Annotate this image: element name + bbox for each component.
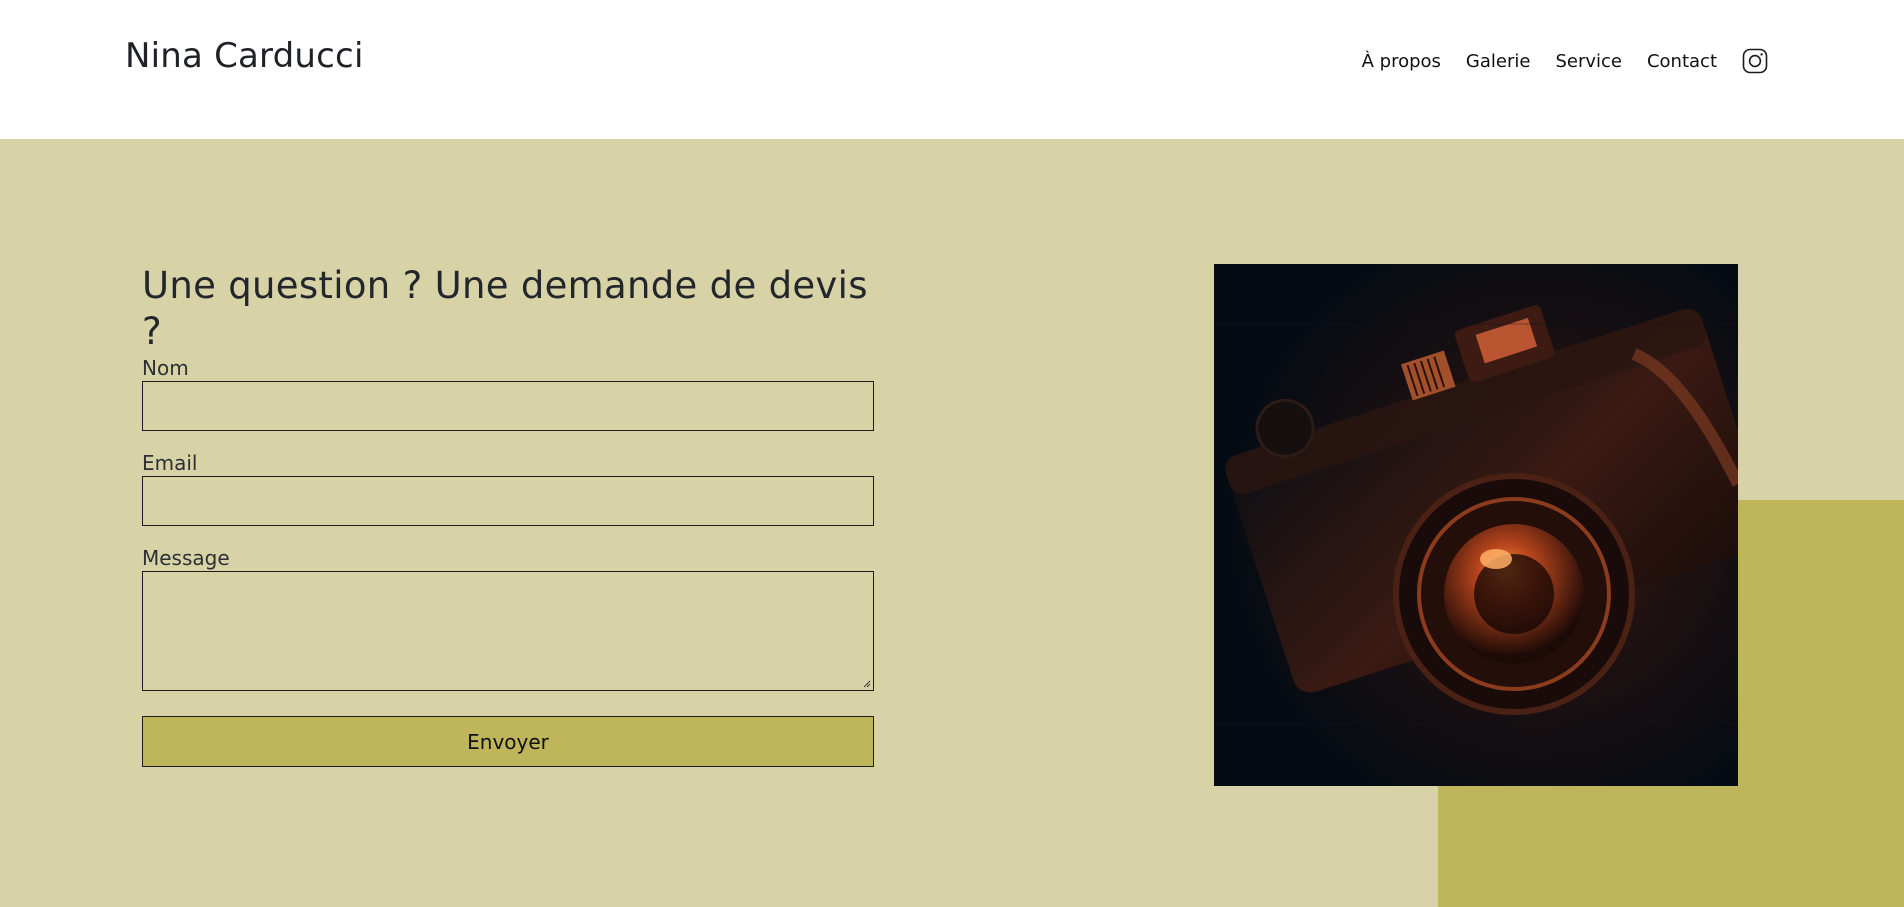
message-label: Message [142,546,230,570]
nav-link-service[interactable]: Service [1555,51,1622,72]
contact-form: Une question ? Une demande de devis ? No… [142,263,876,767]
instagram-icon[interactable] [1742,48,1768,74]
message-textarea[interactable] [142,571,874,691]
name-label: Nom [142,356,189,380]
nav-link-galerie[interactable]: Galerie [1466,51,1531,72]
email-label: Email [142,451,198,475]
resize-handle-icon[interactable] [863,680,871,688]
camera-photo [1214,264,1738,786]
contact-section: Une question ? Une demande de devis ? No… [0,139,1904,907]
name-input[interactable] [142,381,874,431]
main-nav: À propos Galerie Service Contact [1362,48,1768,74]
site-title[interactable]: Nina Carducci [125,36,364,76]
contact-title: Une question ? Une demande de devis ? [142,264,868,353]
email-input[interactable] [142,476,874,526]
nav-link-contact[interactable]: Contact [1647,51,1717,72]
submit-button[interactable]: Envoyer [142,716,874,767]
site-header: Nina Carducci À propos Galerie Service C… [0,0,1904,139]
nav-link-a-propos[interactable]: À propos [1362,51,1441,72]
